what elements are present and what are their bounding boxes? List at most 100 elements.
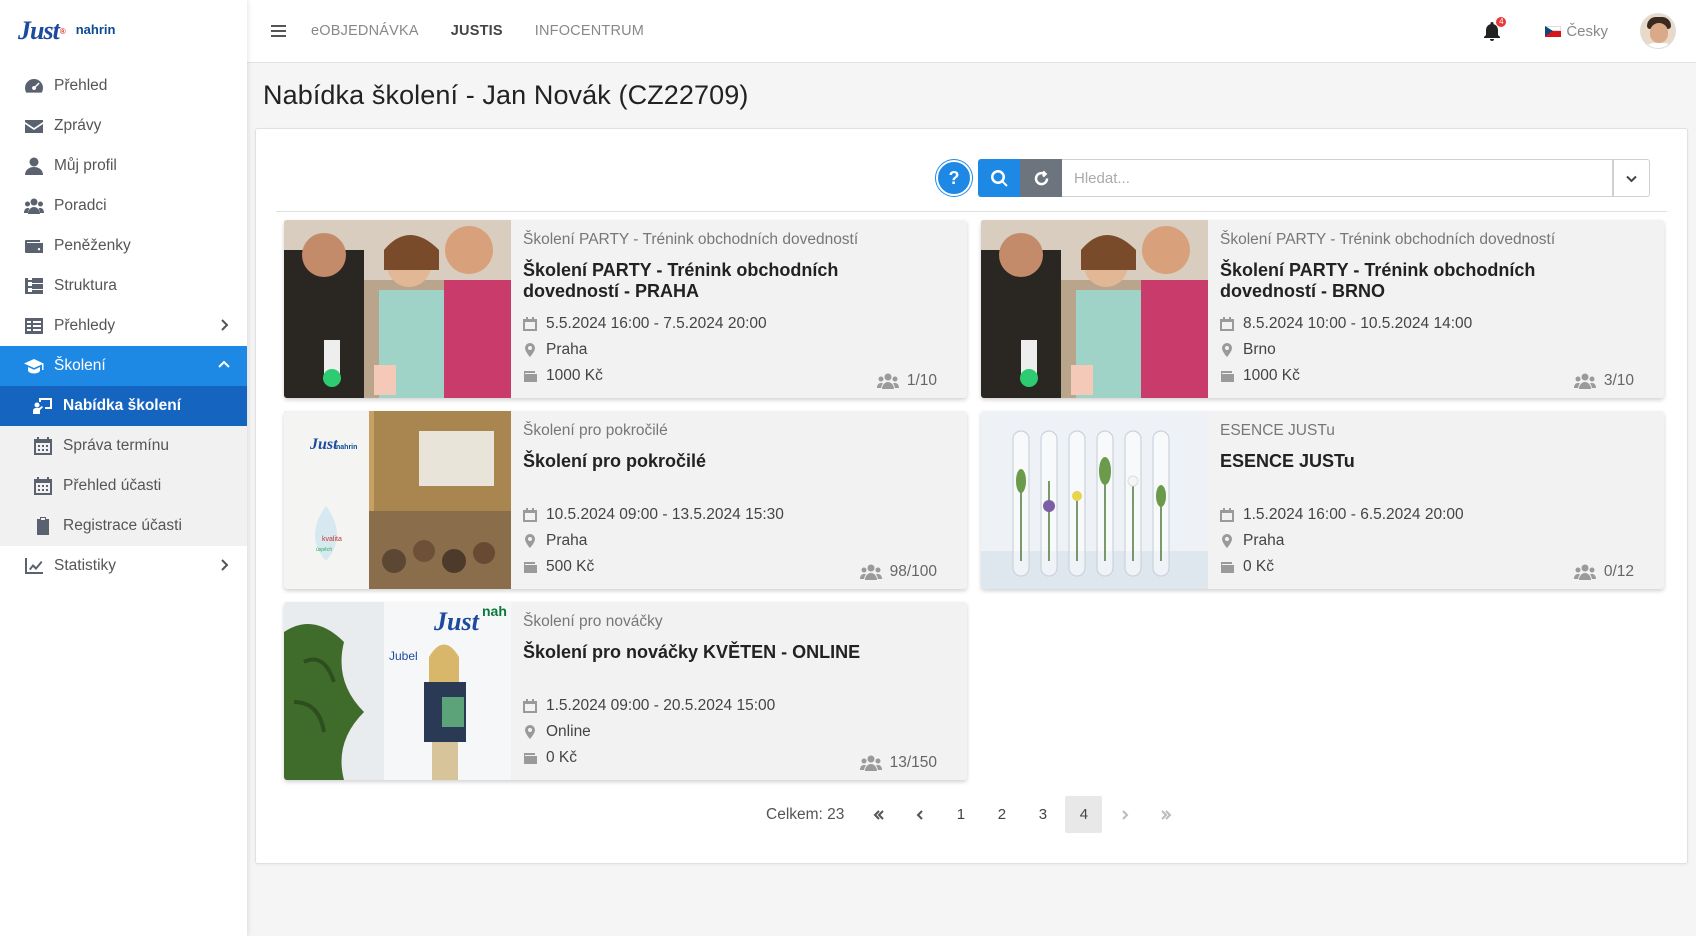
graduation-cap-icon: [24, 356, 44, 376]
training-date-text: 10.5.2024 09:00 - 13.5.2024 15:30: [546, 506, 784, 523]
wallet-icon: [524, 562, 537, 573]
pagination-page[interactable]: 1: [942, 796, 979, 833]
sidebar-subitem-prehled-ucasti[interactable]: Přehled účasti: [0, 466, 247, 506]
sidebar-item-label: Zprávy: [54, 117, 102, 134]
training-date: 8.5.2024 10:00 - 10.5.2024 14:00: [1220, 315, 1472, 333]
svg-text:Jubel: Jubel: [389, 649, 418, 663]
search-icon: [990, 169, 1008, 187]
topbar: eOBJEDNÁVKA JUSTIS INFOCENTRUM 4 Česky: [247, 0, 1696, 63]
sidebar-item-label: Poradci: [54, 197, 107, 214]
pagination-next[interactable]: [1106, 796, 1143, 833]
sidebar-subitem-sprava-terminu[interactable]: Správa termínu: [0, 426, 247, 466]
user-avatar[interactable]: [1640, 13, 1676, 49]
sidebar-item-label: Přehledy: [54, 317, 116, 334]
training-date: 5.5.2024 16:00 - 7.5.2024 20:00: [523, 315, 767, 333]
training-price-text: 1000 Kč: [1243, 367, 1300, 384]
language-selector[interactable]: Česky: [1545, 23, 1608, 40]
training-card[interactable]: Just nah Jubel Školení pro nováčky Škole…: [284, 602, 967, 780]
brand-logo[interactable]: Just ® nahrin: [0, 0, 247, 62]
chevron-left-icon: [916, 809, 923, 820]
training-price-text: 0 Kč: [546, 749, 578, 766]
sidebar-item-penezenky[interactable]: Peněženky: [0, 226, 247, 266]
pagination: Celkem: 23 1 2 3 4: [766, 796, 1186, 833]
training-price-text: 0 Kč: [1243, 558, 1275, 575]
chevron-up-icon: [217, 358, 231, 372]
training-card[interactable]: Školení PARTY - Trénink obchodních doved…: [981, 220, 1664, 398]
topnav-eobjednavka[interactable]: eOBJEDNÁVKA: [311, 23, 419, 39]
training-location-text: Praha: [1243, 532, 1285, 549]
divider: [276, 211, 1667, 212]
training-capacity-text: 0/12: [1603, 563, 1634, 580]
table-icon: [24, 316, 44, 336]
training-image-party: [284, 220, 511, 398]
svg-text:Just: Just: [309, 436, 338, 453]
training-date: 1.5.2024 16:00 - 6.5.2024 20:00: [1220, 506, 1464, 524]
training-location-text: Praha: [546, 341, 588, 358]
sidebar-item-struktura[interactable]: Struktura: [0, 266, 247, 306]
training-capacity: 13/150: [859, 754, 937, 772]
map-marker-icon: [1222, 534, 1232, 548]
sidebar-item-zpravy[interactable]: Zprávy: [0, 106, 247, 146]
training-location: Brno: [1220, 341, 1276, 359]
sidebar-item-label: Registrace účasti: [63, 517, 182, 534]
logo-just: Just: [18, 16, 60, 45]
sidebar: Just ® nahrin Přehled Zprávy Můj profil P…: [0, 0, 247, 936]
notifications-button[interactable]: 4: [1483, 17, 1507, 42]
search-input[interactable]: [1062, 159, 1613, 197]
users-icon: [859, 564, 882, 580]
users-icon: [1573, 564, 1596, 580]
pagination-page[interactable]: 3: [1024, 796, 1061, 833]
wallet-icon: [1221, 371, 1234, 382]
sidebar-item-skoleni[interactable]: Školení: [0, 346, 247, 386]
topnav-infocentrum[interactable]: INFOCENTRUM: [535, 23, 644, 39]
training-card[interactable]: ESENCE JUSTu ESENCE JUSTu 1.5.2024 16:00…: [981, 411, 1664, 589]
training-image-novacci: Just nah Jubel: [284, 602, 511, 780]
training-date-text: 8.5.2024 10:00 - 10.5.2024 14:00: [1243, 315, 1473, 332]
training-card-body: Školení PARTY - Trénink obchodních doved…: [523, 220, 955, 398]
users-icon: [859, 755, 882, 771]
training-location: Praha: [1220, 532, 1284, 550]
reset-button[interactable]: [1020, 159, 1062, 197]
search-dropdown-button[interactable]: [1613, 159, 1650, 197]
training-title: Školení PARTY - Trénink obchodních doved…: [523, 260, 839, 301]
training-card[interactable]: Školení PARTY - Trénink obchodních doved…: [284, 220, 967, 398]
sidebar-item-statistiky[interactable]: Statistiky: [0, 546, 247, 586]
users-icon: [876, 373, 899, 389]
help-button[interactable]: ?: [936, 160, 972, 196]
calendar-icon: [33, 436, 53, 456]
logo-registered-mark: ®: [59, 26, 66, 36]
training-capacity-text: 13/150: [889, 754, 937, 771]
map-marker-icon: [525, 534, 535, 548]
sidebar-item-prehled[interactable]: Přehled: [0, 66, 247, 106]
training-date: 1.5.2024 09:00 - 20.5.2024 15:00: [523, 697, 775, 715]
pagination-last[interactable]: [1147, 796, 1184, 833]
sidebar-item-muj-profil[interactable]: Můj profil: [0, 146, 247, 186]
page-title: Nabídka školení - Jan Novák (CZ22709): [263, 80, 749, 110]
pagination-page-current[interactable]: 4: [1065, 796, 1103, 833]
user-icon: [24, 156, 44, 176]
pagination-page[interactable]: 2: [983, 796, 1020, 833]
sidebar-subitem-nabidka-skoleni[interactable]: Nabídka školení: [0, 386, 247, 426]
users-icon: [1573, 373, 1596, 389]
pagination-first[interactable]: [860, 796, 897, 833]
training-price: 1000 Kč: [1220, 367, 1300, 385]
sidebar-item-prehledy[interactable]: Přehledy: [0, 306, 247, 346]
training-price-text: 1000 Kč: [546, 367, 603, 384]
training-location-text: Brno: [1243, 341, 1276, 358]
search-button[interactable]: [978, 159, 1020, 197]
sidebar-submenu-skoleni: Nabídka školení Správa termínu Přehled ú…: [0, 386, 247, 546]
sidebar-subitem-registrace-ucasti[interactable]: Registrace účasti: [0, 506, 247, 546]
training-capacity: 0/12: [1573, 563, 1634, 581]
training-card[interactable]: Just nahrin kvalita úspěch Školení pro p…: [284, 411, 967, 589]
training-capacity: 1/10: [876, 372, 937, 390]
training-price: 1000 Kč: [523, 367, 603, 385]
menu-toggle-icon[interactable]: [271, 21, 291, 41]
sidebar-item-label: Statistiky: [54, 557, 117, 574]
sidebar-item-label: Struktura: [54, 277, 117, 294]
sidebar-item-poradci[interactable]: Poradci: [0, 186, 247, 226]
svg-text:úspěch: úspěch: [316, 547, 332, 553]
training-capacity: 3/10: [1573, 372, 1634, 390]
topbar-right: 4 Česky: [1483, 13, 1696, 49]
pagination-prev[interactable]: [901, 796, 938, 833]
topnav-justis[interactable]: JUSTIS: [451, 23, 503, 39]
